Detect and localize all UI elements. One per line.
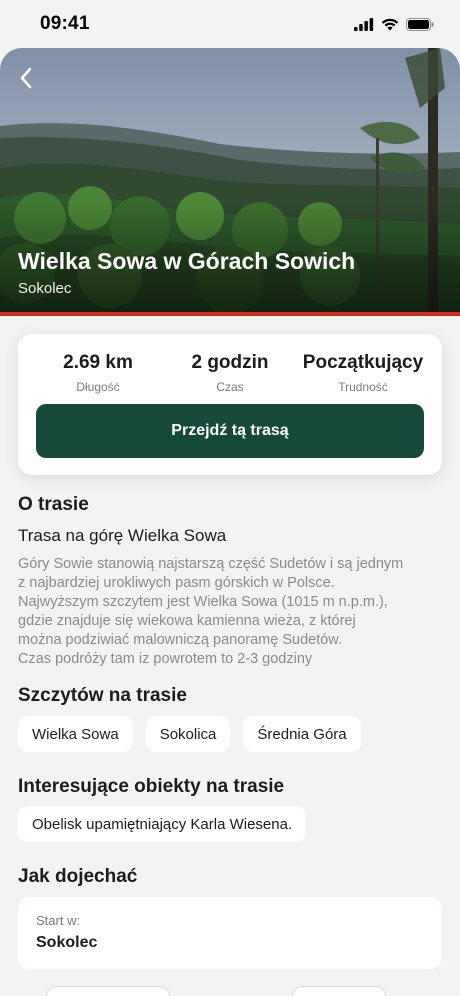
object-chip[interactable]: Obelisk upamiętniający Karla Wiesena.	[18, 806, 307, 842]
description-line: Góry Sowie stanowią najstarszą część Sud…	[18, 556, 404, 572]
peaks-chip-list: Wielka Sowa Sokolica Średnia Góra	[18, 716, 361, 752]
stat-distance-value: 2.69 km	[63, 352, 133, 373]
about-section-title: O trasie	[18, 494, 89, 515]
status-bar: 09:41	[0, 0, 460, 48]
directions-section-title: Jak dojechać	[18, 866, 138, 887]
description-line: można podziwiać malowniczą panoramę Sude…	[18, 632, 343, 648]
chevron-left-icon	[20, 67, 32, 89]
description-line: gdzie znajduje się wiekowa kamienna wież…	[18, 613, 356, 629]
start-value: Sokolec	[36, 934, 98, 951]
stat-difficulty-value: Początkujący	[302, 352, 424, 373]
stat-time-label: Czas	[216, 380, 244, 394]
hero-image: Wielka Sowa w Górach Sowich Sokolec	[0, 48, 460, 312]
route-title: Wielka Sowa w Górach Sowich	[18, 248, 356, 274]
bottom-action-button[interactable]	[46, 986, 170, 996]
status-icons	[354, 17, 434, 31]
start-point-card[interactable]: Start w: Sokolec	[18, 897, 442, 969]
route-description: Góry Sowie stanowią najstarszą część Sud…	[18, 555, 448, 669]
start-route-button[interactable]: Przejdź tą trasą	[36, 404, 424, 458]
stat-difficulty: Początkujący Trudność	[293, 352, 433, 394]
back-button[interactable]	[12, 64, 40, 92]
objects-chip-list: Obelisk upamiętniający Karla Wiesena.	[18, 806, 307, 842]
route-name: Trasa na górę Wielka Sowa	[18, 526, 227, 545]
description-line: z najbardziej urokliwych pasm górskich w…	[18, 575, 335, 591]
stat-distance-label: Długość	[76, 380, 120, 394]
peaks-section-title: Szczytów na trasie	[18, 685, 187, 706]
objects-section-title: Interesujące obiekty na trasie	[18, 776, 285, 797]
hero-accent-line	[0, 312, 460, 316]
route-stats-card: 2.69 km Długość 2 godzin Czas Początkują…	[18, 334, 442, 475]
stat-time-value: 2 godzin	[191, 352, 269, 373]
cellular-signal-icon	[354, 17, 374, 31]
stat-time: 2 godzin Czas	[160, 352, 300, 394]
status-time: 09:41	[40, 13, 90, 34]
route-location: Sokolec	[18, 280, 72, 297]
peak-chip[interactable]: Sokolica	[145, 716, 231, 752]
peak-chip[interactable]: Średnia Góra	[243, 716, 361, 752]
stat-difficulty-label: Trudność	[338, 380, 388, 394]
wifi-icon	[381, 18, 399, 30]
battery-icon	[406, 17, 434, 31]
peak-chip[interactable]: Wielka Sowa	[18, 716, 133, 752]
description-line: Najwyższym szczytem jest Wielka Sowa (10…	[18, 594, 388, 610]
bottom-action-button[interactable]	[292, 986, 386, 996]
start-label: Start w:	[36, 913, 81, 928]
stat-distance: 2.69 km Długość	[28, 352, 168, 394]
description-line: Czas podróży tam iz powrotem to 2-3 godz…	[18, 651, 313, 667]
